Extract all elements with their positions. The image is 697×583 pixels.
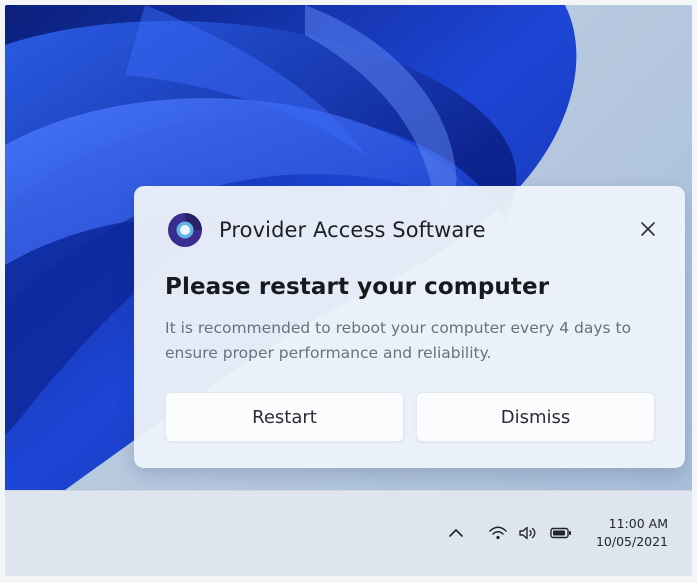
close-icon bbox=[641, 221, 655, 240]
app-logo-icon bbox=[165, 210, 205, 250]
notification-body: It is recommended to reboot your compute… bbox=[165, 319, 632, 362]
notification-title: Please restart your computer bbox=[165, 274, 550, 300]
clock[interactable]: 11:00 AM 10/05/2021 bbox=[596, 515, 668, 551]
toast-notification[interactable]: Provider Access Software Please restart … bbox=[134, 186, 685, 468]
taskbar: 11:00 AM 10/05/2021 bbox=[5, 490, 692, 576]
battery-icon[interactable] bbox=[550, 527, 572, 539]
app-name: Provider Access Software bbox=[219, 218, 486, 242]
system-tray: 11:00 AM 10/05/2021 bbox=[448, 511, 668, 555]
screen: Provider Access Software Please restart … bbox=[5, 5, 692, 576]
clock-time: 11:00 AM bbox=[608, 516, 668, 531]
clock-date: 10/05/2021 bbox=[595, 534, 668, 549]
dismiss-button[interactable]: Dismiss bbox=[416, 392, 655, 442]
toast-header: Provider Access Software bbox=[165, 210, 663, 250]
volume-icon[interactable] bbox=[518, 525, 540, 541]
close-button[interactable] bbox=[633, 215, 663, 245]
restart-button[interactable]: Restart bbox=[165, 392, 404, 442]
wifi-icon[interactable] bbox=[488, 525, 508, 541]
chevron-up-icon[interactable] bbox=[448, 527, 464, 539]
